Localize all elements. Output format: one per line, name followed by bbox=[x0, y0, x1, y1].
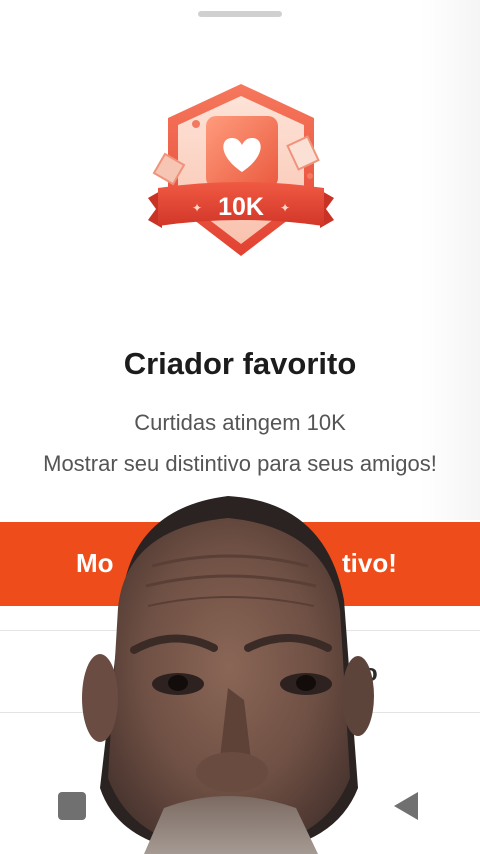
edge-shadow bbox=[420, 0, 480, 520]
badge-subtitle: Curtidas atingem 10K bbox=[134, 410, 346, 435]
svg-text:✦: ✦ bbox=[280, 201, 290, 215]
svg-text:✦: ✦ bbox=[192, 201, 202, 215]
page-title: Criador favorito bbox=[123, 346, 357, 381]
sheet-drag-handle[interactable] bbox=[198, 11, 282, 17]
share-badge-sheet: ✦ ✦ 10K Criador favorito Curtidas atinge… bbox=[0, 0, 480, 854]
back-triangle-icon[interactable] bbox=[392, 790, 420, 822]
face-overlay-image bbox=[82, 496, 374, 854]
badge-10k-icon: ✦ ✦ 10K bbox=[148, 84, 334, 256]
badge-value: 10K bbox=[218, 193, 264, 221]
badge-description: Mostrar seu distintivo para seus amigos! bbox=[43, 451, 437, 476]
